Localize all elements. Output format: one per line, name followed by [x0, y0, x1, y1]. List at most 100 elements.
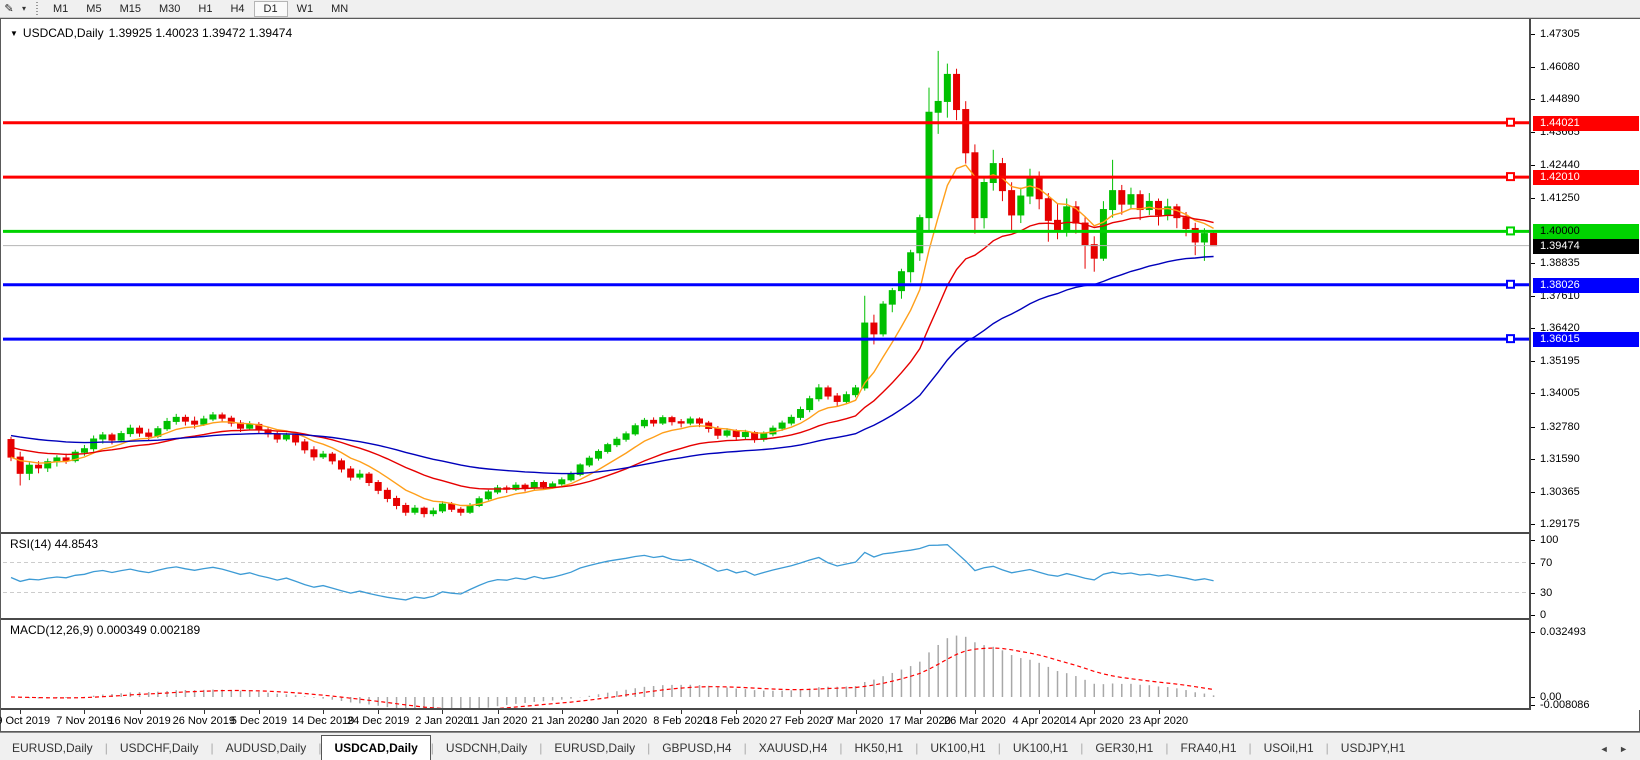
axis-tick: [1531, 563, 1535, 564]
axis-tick: [1531, 524, 1535, 525]
date-tick: [975, 710, 976, 714]
tab-usdchf-daily[interactable]: USDCHF,Daily: [108, 737, 211, 760]
tab-ger30-h1[interactable]: GER30,H1: [1083, 737, 1165, 760]
date-tick: [1094, 710, 1095, 714]
chart-header: ▼ USDCAD,Daily 1.39925 1.40023 1.39472 1…: [10, 26, 292, 40]
tab-scroll-arrows: ◄ ►: [1600, 744, 1640, 754]
timeframe-button-h4[interactable]: H4: [221, 2, 253, 16]
date-tick: [442, 710, 443, 714]
macd-chart: [3, 620, 1529, 708]
price-pane[interactable]: ▼ USDCAD,Daily 1.39925 1.40023 1.39472 1…: [3, 21, 1529, 532]
tab-scroll-left-icon[interactable]: ◄: [1600, 744, 1613, 754]
rsi-level-label: 0: [1540, 609, 1546, 621]
date-tick: [736, 710, 737, 714]
tab-eurusd-daily[interactable]: EURUSD,Daily: [542, 737, 647, 760]
timeframe-button-h1[interactable]: H1: [189, 2, 221, 16]
timeframe-button-mn[interactable]: MN: [322, 2, 357, 16]
tab-usdcad-daily[interactable]: USDCAD,Daily: [321, 735, 430, 760]
tab-usoil-h1[interactable]: USOil,H1: [1252, 737, 1326, 760]
axis-tick: [1531, 427, 1535, 428]
rsi-chart: [3, 534, 1529, 618]
candlestick-chart: [3, 21, 1529, 532]
tab-gbpusd-h4[interactable]: GBPUSD,H4: [650, 737, 743, 760]
level-price-tag: 1.44021: [1533, 116, 1639, 131]
tab-hk50-h1[interactable]: HK50,H1: [843, 737, 916, 760]
date-label: 29 Oct 2019: [0, 715, 50, 727]
timeframe-button-d1[interactable]: D1: [254, 1, 288, 17]
date-tick: [498, 710, 499, 714]
date-tick: [681, 710, 682, 714]
toolbar-grip: [34, 2, 40, 16]
date-label: 26 Nov 2019: [173, 715, 235, 727]
draw-tool-dropdown-icon[interactable]: ▾: [18, 4, 30, 13]
timeframe-button-m5[interactable]: M5: [77, 2, 110, 16]
tab-list: EURUSD,Daily|USDCHF,Daily|AUDUSD,Daily|U…: [0, 732, 1417, 760]
timeframe-button-group: M1M5M15M30H1H4D1W1MN: [44, 2, 357, 16]
rsi-level-label: 70: [1540, 557, 1552, 569]
date-label: 18 Feb 2020: [705, 715, 767, 727]
date-tick: [920, 710, 921, 714]
level-price-tag: 1.36015: [1533, 332, 1639, 347]
rsi-level-label: 100: [1540, 534, 1558, 546]
tab-scroll-right-icon[interactable]: ►: [1619, 744, 1632, 754]
timeframe-button-m15[interactable]: M15: [111, 2, 150, 16]
timeframe-button-m30[interactable]: M30: [150, 2, 189, 16]
chart-ohlc-values: 1.39925 1.40023 1.39472 1.39474: [109, 26, 293, 40]
date-label: 7 Nov 2019: [56, 715, 112, 727]
tab-uk100-h1[interactable]: UK100,H1: [1001, 737, 1080, 760]
date-tick: [259, 710, 260, 714]
date-label: 2 Jan 2020: [415, 715, 469, 727]
axis-tick: [1531, 198, 1535, 199]
draw-tool-icon[interactable]: ✎: [0, 1, 18, 17]
date-tick: [20, 710, 21, 714]
date-tick: [204, 710, 205, 714]
rsi-indicator-label: RSI(14) 44.8543: [10, 537, 98, 551]
date-label: 16 Nov 2019: [108, 715, 170, 727]
date-label: 4 Apr 2020: [1013, 715, 1066, 727]
tab-usdcnh-daily[interactable]: USDCNH,Daily: [434, 737, 539, 760]
axis-tick: [1531, 492, 1535, 493]
price-axis: 1.473051.460801.448901.436651.424401.412…: [1529, 19, 1640, 710]
macd-pane[interactable]: MACD(12,26,9) 0.000349 0.002189: [3, 620, 1529, 708]
tab-fra40-h1[interactable]: FRA40,H1: [1168, 737, 1248, 760]
date-label: 11 Jan 2020: [468, 715, 528, 727]
tab-xauusd-h4[interactable]: XAUUSD,H4: [747, 737, 840, 760]
date-tick: [1159, 710, 1160, 714]
date-axis: 29 Oct 2019 7 Nov 201916 Nov 201926 Nov 2…: [3, 710, 1639, 731]
tab-usdjpy-h1[interactable]: USDJPY,H1: [1329, 737, 1417, 760]
date-tick: [562, 710, 563, 714]
date-tick: [323, 710, 324, 714]
tab-audusd-daily[interactable]: AUDUSD,Daily: [214, 737, 319, 760]
axis-tick: [1531, 165, 1535, 166]
current-price-tag: 1.39474: [1533, 239, 1639, 254]
macd-indicator-label: MACD(12,26,9) 0.000349 0.002189: [10, 623, 200, 637]
axis-tick: [1531, 459, 1535, 460]
price-tick-label: 1.29175: [1540, 518, 1580, 530]
axis-tick: [1531, 328, 1535, 329]
timeframe-button-m1[interactable]: M1: [44, 2, 77, 16]
chart-window: ▼ USDCAD,Daily 1.39925 1.40023 1.39472 1…: [0, 18, 1640, 732]
date-label: 21 Jan 2020: [532, 715, 593, 727]
date-label: 14 Dec 2019: [292, 715, 354, 727]
collapse-indicator-icon[interactable]: ▼: [10, 29, 18, 38]
chart-tab-bar: EURUSD,Daily|USDCHF,Daily|AUDUSD,Daily|U…: [0, 732, 1640, 760]
axis-tick: [1531, 263, 1535, 264]
date-label: 23 Apr 2020: [1129, 715, 1188, 727]
date-label: 17 Mar 2020: [889, 715, 951, 727]
level-price-tag: 1.38026: [1533, 278, 1639, 293]
price-tick-label: 1.44890: [1540, 93, 1580, 105]
level-price-tag: 1.42010: [1533, 170, 1639, 185]
tab-eurusd-daily[interactable]: EURUSD,Daily: [0, 737, 105, 760]
timeframe-button-w1[interactable]: W1: [288, 2, 323, 16]
date-label: 27 Feb 2020: [770, 715, 832, 727]
tab-uk100-h1[interactable]: UK100,H1: [918, 737, 997, 760]
price-tick-label: 1.31590: [1540, 453, 1580, 465]
date-label: 5 Dec 2019: [231, 715, 287, 727]
axis-tick: [1531, 615, 1535, 616]
price-tick-label: 1.34005: [1540, 387, 1580, 399]
price-tick-label: 1.41250: [1540, 192, 1580, 204]
date-label: 14 Apr 2020: [1065, 715, 1124, 727]
top-toolbar: ✎ ▾ M1M5M15M30H1H4D1W1MN: [0, 0, 1640, 18]
macd-axis-label: 0.032493: [1540, 626, 1586, 638]
rsi-pane[interactable]: RSI(14) 44.8543: [3, 534, 1529, 618]
